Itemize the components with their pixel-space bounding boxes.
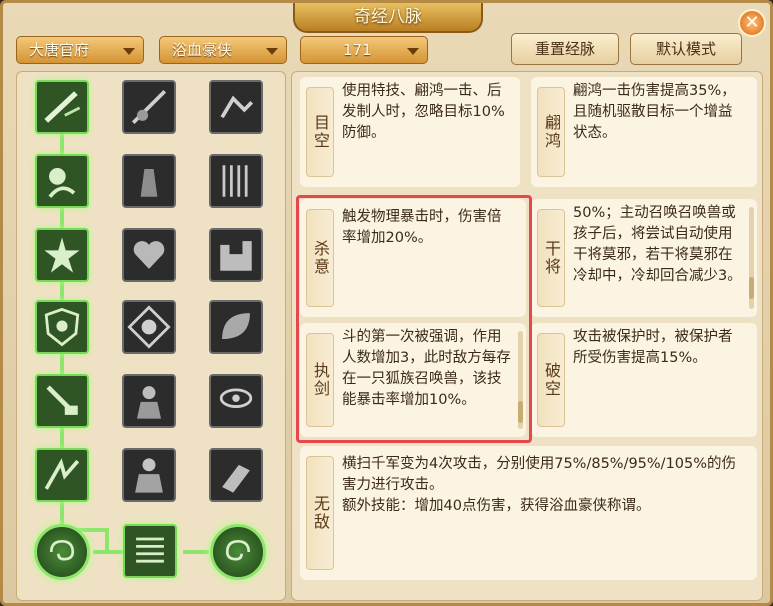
skill-guardian-figure[interactable] [122, 374, 176, 428]
chevron-down-icon [407, 48, 419, 55]
card-desc: 攻击被保护时，被保护者所受伤害提高15%。 [573, 329, 733, 366]
close-button[interactable]: ✕ [738, 9, 766, 37]
left-swirl-node[interactable] [34, 524, 90, 580]
reset-meridian-button[interactable]: 重置经脉 [511, 33, 619, 65]
card-mukong[interactable]: 目空 使用特技、翩鸿一击、后发制人时，忽略目标10%防御。 [300, 77, 520, 187]
right-swirl-icon [225, 539, 251, 561]
faction-dropdown[interactable]: 大唐官府 [16, 36, 144, 64]
skill-warrior-roar[interactable] [35, 154, 89, 208]
war-horn-icon [222, 464, 250, 493]
fortress-wall-icon [220, 241, 252, 271]
faction-value: 大唐官府 [29, 41, 90, 59]
leaf-shield-icon [222, 313, 250, 340]
school-dropdown[interactable]: 浴血豪侠 [159, 36, 287, 64]
card-desc: 斗的第一次被强调，作用人数增加3，此时敌方每存在一只狐族召唤兽，该技能暴击率增加… [342, 329, 511, 408]
card-desc-line: 额外技能：增加40点伤害，获得浴血豪侠称谓。 [342, 498, 651, 514]
card-label: 执剑 [306, 333, 334, 427]
charge-boot-icon [220, 95, 254, 119]
card-ganjiang[interactable]: 干将 50%；主动召唤召唤兽或孩子后，将尝试自动使用干将莫邪，若干将莫邪在冷却中… [531, 199, 757, 317]
left-swirl-icon [49, 539, 75, 561]
card-shayi[interactable]: 杀意 触发物理暴击时，伤害倍率增加20%。 [300, 199, 526, 317]
armored-general-icon [135, 458, 163, 493]
card-label: 破空 [537, 333, 565, 427]
skill-leaf-shield[interactable] [209, 300, 263, 354]
stacked-blades-icon [136, 537, 164, 563]
sword-grip-icon [46, 385, 78, 415]
brave-seal-icon [127, 305, 171, 349]
card-desc-line: 横扫千军变为4次攻击，分别使用75%/85%/95%/105%的伤害力进行攻击。 [342, 456, 737, 493]
school-value: 浴血豪侠 [172, 41, 233, 59]
chevron-down-icon [266, 48, 278, 55]
burst-strike-icon [44, 237, 80, 273]
sword-slash-icon [44, 91, 81, 123]
card-pokong[interactable]: 破空 攻击被保护时，被保护者所受伤害提高15%。 [531, 323, 757, 437]
skill-sword-rack[interactable] [209, 154, 263, 208]
card-zhijian[interactable]: 执剑 斗的第一次被强调，作用人数增加3，此时敌方每存在一只狐族召唤兽，该技能暴击… [300, 323, 526, 437]
skill-heart-hands[interactable] [122, 228, 176, 282]
points-value: 171 [343, 41, 372, 59]
card-desc: 使用特技、翩鸿一击、后发制人时，忽略目标10%防御。 [342, 83, 505, 141]
card-label: 干将 [537, 209, 565, 307]
meridian-window: 奇经八脉 ✕ 大唐官府 浴血豪侠 171 重置经脉 默认模式 目空 使用特技、翩… [0, 0, 773, 606]
skill-tree-panel [16, 71, 286, 601]
card-desc: 触发物理暴击时，伤害倍率增加20%。 [342, 209, 502, 246]
skill-burst-strike[interactable] [35, 228, 89, 282]
card-label: 目空 [306, 87, 334, 177]
warrior-roar-icon [48, 168, 76, 198]
default-mode-button[interactable]: 默认模式 [630, 33, 742, 65]
card-label: 杀意 [306, 209, 334, 307]
skill-armored-general[interactable] [122, 448, 176, 502]
card-scrollbar[interactable] [518, 331, 523, 429]
card-scrollbar[interactable] [749, 207, 754, 309]
skill-rage-slash[interactable] [35, 448, 89, 502]
skill-sword-slash[interactable] [35, 80, 89, 134]
card-label: 无敌 [306, 456, 334, 570]
skill-fortress-wall[interactable] [209, 228, 263, 282]
card-wudi[interactable]: 无敌 横扫千军变为4次攻击，分别使用75%/85%/95%/105%的伤害力进行… [300, 446, 757, 580]
skill-shield-heart[interactable] [35, 300, 89, 354]
sword-rack-icon [222, 165, 248, 197]
skill-stone-figure[interactable] [122, 154, 176, 208]
skill-evil-eye[interactable] [209, 374, 263, 428]
card-desc: 翩鸿一击伤害提高35%，且随机驱散目标一个增益状态。 [573, 83, 736, 141]
heart-hands-icon [133, 241, 165, 269]
skill-stacked-blades[interactable] [123, 524, 177, 578]
shield-heart-icon [44, 307, 80, 347]
skill-brave-seal[interactable] [122, 300, 176, 354]
skill-spear-fall[interactable] [122, 80, 176, 134]
skill-war-horn[interactable] [209, 448, 263, 502]
spear-fall-icon [131, 89, 167, 125]
points-dropdown[interactable]: 171 [300, 36, 428, 64]
card-pianhong[interactable]: 翩鸿 翩鸿一击伤害提高35%，且随机驱散目标一个增益状态。 [531, 77, 757, 187]
rage-slash-icon [44, 458, 80, 490]
card-desc: 横扫千军变为4次攻击，分别使用75%/85%/95%/105%的伤害力进行攻击。… [342, 454, 745, 574]
scroll-thumb[interactable] [749, 277, 754, 299]
right-swirl-node[interactable] [210, 524, 266, 580]
skill-charge-boot[interactable] [209, 80, 263, 134]
guardian-figure-icon [136, 386, 162, 419]
chevron-down-icon [123, 48, 135, 55]
scroll-thumb[interactable] [518, 401, 523, 423]
window-title: 奇经八脉 [293, 3, 483, 33]
skill-sword-grip[interactable] [35, 374, 89, 428]
card-desc: 50%；主动召唤召唤兽或孩子后，将尝试自动使用干将莫邪，若干将莫邪在冷却中，冷却… [573, 205, 742, 284]
card-label: 翩鸿 [537, 87, 565, 177]
stone-figure-icon [140, 168, 158, 197]
evil-eye-icon [219, 388, 253, 408]
